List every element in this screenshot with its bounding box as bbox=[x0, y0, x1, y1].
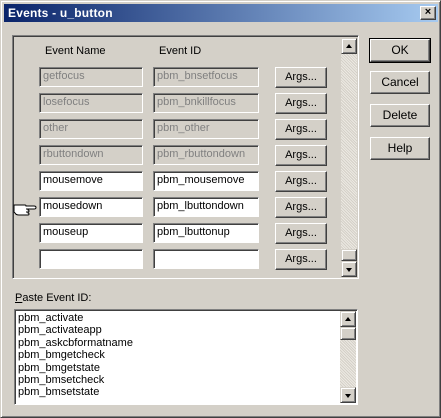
delete-button-label: Delete bbox=[382, 108, 418, 122]
event-name-field: getfocus bbox=[39, 67, 143, 87]
event-name-field[interactable]: mouseup bbox=[39, 223, 143, 243]
arrow-up-icon bbox=[345, 317, 351, 321]
args-button[interactable]: Args... bbox=[275, 197, 327, 218]
list-item[interactable]: pbm_activateapp bbox=[18, 324, 133, 336]
arrow-down-icon bbox=[346, 268, 352, 272]
list-item[interactable]: pbm_activate bbox=[18, 312, 133, 324]
event-name-field[interactable]: mousedown bbox=[39, 197, 143, 217]
help-button-label: Help bbox=[387, 141, 413, 155]
list-item[interactable]: pbm_bmgetcheck bbox=[18, 349, 133, 361]
args-button[interactable]: Args... bbox=[275, 249, 327, 270]
args-button[interactable]: Args... bbox=[275, 67, 327, 88]
event-id-field[interactable] bbox=[153, 249, 259, 269]
args-button[interactable]: Args... bbox=[275, 119, 327, 140]
paste-event-id-list[interactable]: pbm_activate pbm_activateapp pbm_askcbfo… bbox=[14, 309, 358, 405]
event-name-header: Event Name bbox=[45, 45, 106, 57]
event-id-field: pbm_bnkillfocus bbox=[153, 93, 259, 113]
help-button[interactable]: Help bbox=[370, 137, 430, 160]
list-item[interactable]: pbm_bmgetstate bbox=[18, 362, 133, 374]
event-name-field: losefocus bbox=[39, 93, 143, 113]
list-item[interactable]: pbm_askcbformatname bbox=[18, 337, 133, 349]
window-title: Events - u_button bbox=[8, 6, 113, 20]
event-name-field[interactable]: mousemove bbox=[39, 171, 143, 191]
event-id-field: pbm_bnsetfocus bbox=[153, 67, 259, 87]
scroll-down-button[interactable] bbox=[340, 387, 356, 403]
args-button[interactable]: Args... bbox=[275, 93, 327, 114]
scroll-up-button[interactable] bbox=[341, 38, 357, 54]
delete-button[interactable]: Delete bbox=[370, 104, 430, 127]
pointing-hand-icon bbox=[13, 204, 37, 216]
scroll-thumb[interactable] bbox=[340, 327, 356, 340]
event-name-field: other bbox=[39, 119, 143, 139]
event-id-items: pbm_activate pbm_activateapp pbm_askcbfo… bbox=[18, 312, 133, 399]
paste-list-scrollbar[interactable] bbox=[340, 311, 356, 403]
paste-event-id-label: Paste Event ID: bbox=[15, 292, 91, 304]
title-bar[interactable]: Events - u_button × bbox=[4, 4, 438, 22]
event-list-scrollbar[interactable] bbox=[341, 38, 357, 277]
event-id-field: pbm_rbuttondown bbox=[153, 145, 259, 165]
event-id-field[interactable]: pbm_lbuttondown bbox=[153, 197, 259, 217]
arrow-up-icon bbox=[346, 44, 352, 48]
scroll-up-button[interactable] bbox=[340, 311, 356, 327]
close-button[interactable]: × bbox=[420, 6, 436, 20]
event-id-field: pbm_other bbox=[153, 119, 259, 139]
cancel-button[interactable]: Cancel bbox=[370, 71, 430, 94]
scroll-down-button[interactable] bbox=[341, 261, 357, 277]
list-item[interactable]: pbm_bmsetcheck bbox=[18, 374, 133, 386]
events-dialog: Events - u_button × Event Name Event ID … bbox=[0, 0, 441, 418]
args-button[interactable]: Args... bbox=[275, 223, 327, 244]
event-name-field[interactable] bbox=[39, 249, 143, 269]
ok-button[interactable]: OK bbox=[369, 38, 431, 63]
args-button[interactable]: Args... bbox=[275, 171, 327, 192]
arrow-down-icon bbox=[345, 394, 351, 398]
list-item[interactable]: pbm_bmsetstate bbox=[18, 386, 133, 398]
close-icon: × bbox=[424, 6, 432, 18]
event-id-field[interactable]: pbm_mousemove bbox=[153, 171, 259, 191]
event-id-header: Event ID bbox=[159, 45, 202, 57]
scroll-thumb[interactable] bbox=[341, 249, 357, 261]
args-button[interactable]: Args... bbox=[275, 145, 327, 166]
paste-label-text: aste Event ID: bbox=[22, 292, 92, 304]
event-id-field[interactable]: pbm_lbuttonup bbox=[153, 223, 259, 243]
event-name-field: rbuttondown bbox=[39, 145, 143, 165]
